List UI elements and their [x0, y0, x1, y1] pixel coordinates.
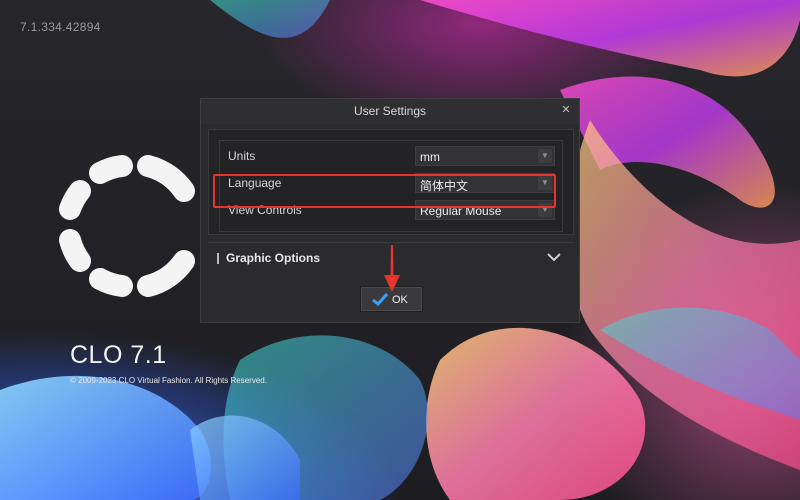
dialog-title: User Settings — [201, 99, 579, 124]
ok-label: OK — [392, 294, 408, 306]
graphic-options-section[interactable]: Graphic Options — [208, 242, 574, 274]
section-marker — [217, 253, 219, 264]
settings-row-units: Units mm ▼ — [220, 143, 562, 170]
language-label: Language — [228, 176, 282, 190]
chevron-down-icon: ▼ — [538, 149, 552, 163]
user-settings-dialog: User Settings ✕ Units mm ▼ Language 简体中文… — [200, 98, 580, 323]
chevron-down-icon — [547, 253, 561, 262]
units-label: Units — [228, 149, 256, 163]
language-dropdown[interactable]: 简体中文 ▼ — [415, 173, 555, 193]
brand-name: CLO 7.1 — [70, 341, 167, 369]
view-controls-label: View Controls — [228, 203, 302, 217]
chevron-down-icon: ▼ — [538, 203, 552, 217]
ok-button[interactable]: OK — [360, 286, 423, 312]
units-value: mm — [420, 150, 440, 164]
view-controls-value: Regular Mouse — [420, 204, 502, 218]
settings-group: Units mm ▼ Language 简体中文 ▼ View Controls… — [219, 140, 563, 232]
version-label: 7.1.334.42894 — [20, 20, 101, 34]
graphic-options-label: Graphic Options — [226, 251, 321, 265]
units-dropdown[interactable]: mm ▼ — [415, 146, 555, 166]
view-controls-dropdown[interactable]: Regular Mouse ▼ — [415, 200, 555, 220]
checkmark-icon — [372, 293, 388, 306]
copyright-text: © 2009-2023 CLO Virtual Fashion. All Rig… — [70, 376, 267, 385]
settings-row-language: Language 简体中文 ▼ — [220, 170, 562, 197]
language-value: 简体中文 — [420, 179, 469, 193]
settings-row-view-controls: View Controls Regular Mouse ▼ — [220, 197, 562, 224]
close-icon[interactable]: ✕ — [560, 104, 572, 116]
chevron-down-icon: ▼ — [538, 176, 552, 190]
clo-logo-icon — [59, 155, 195, 297]
settings-panel: Units mm ▼ Language 简体中文 ▼ View Controls… — [208, 129, 574, 235]
